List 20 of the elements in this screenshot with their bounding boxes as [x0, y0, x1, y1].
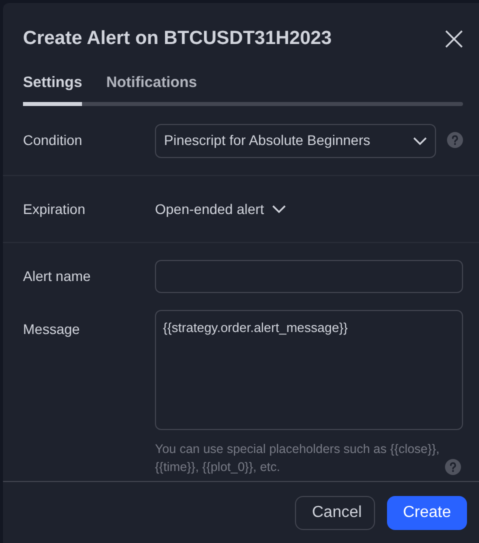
- help-icon[interactable]: [447, 132, 463, 148]
- tab[interactable]: Notifications: [106, 72, 198, 102]
- field-label: Message: [23, 320, 81, 339]
- field-label: Alert name: [23, 267, 92, 286]
- message-field[interactable]: {{strategy.order.alert_message}}: [155, 310, 463, 430]
- condition-select[interactable]: Pinescript for Absolute Beginners: [155, 124, 436, 158]
- create-button[interactable]: Create: [387, 496, 467, 530]
- chevron-down-icon: [413, 136, 427, 144]
- close-icon: [445, 30, 463, 48]
- field-label: Condition: [23, 131, 84, 150]
- hint-text: You can use special placeholders such as {{close}}, {{time}}, {{plot_0}}, etc.: [155, 441, 440, 476]
- chevron-down-icon: [272, 205, 286, 213]
- close-button[interactable]: [443, 28, 465, 50]
- dialog-title: Create Alert on BTCUSDT31H2023: [23, 27, 332, 51]
- expiration-dropdown[interactable]: Open-ended alert: [155, 198, 286, 220]
- help-icon[interactable]: [445, 458, 461, 475]
- alert-name-field[interactable]: [155, 260, 463, 293]
- field-label: Expiration: [23, 200, 86, 219]
- tab[interactable]: Settings: [23, 72, 82, 106]
- cancel-button[interactable]: Cancel: [295, 496, 375, 530]
